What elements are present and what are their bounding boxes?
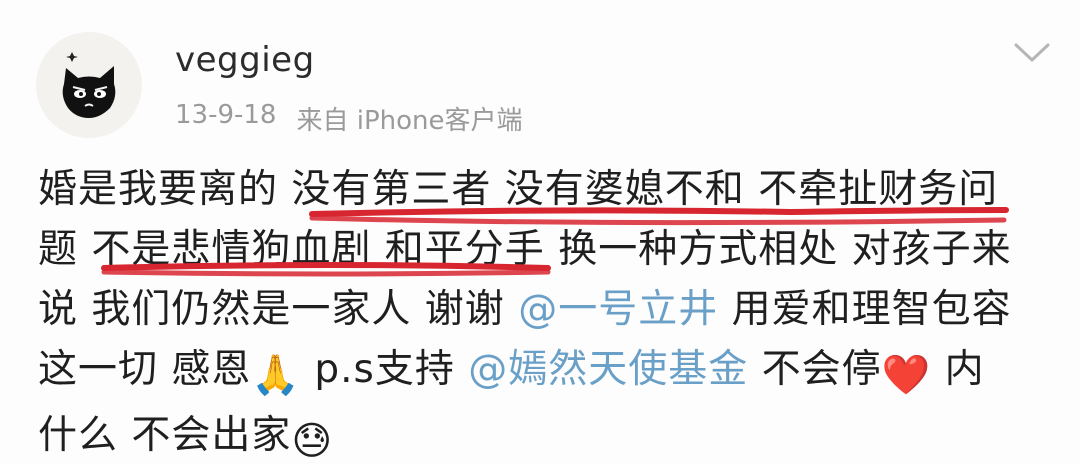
post-text: 内 — [931, 347, 985, 392]
post-date: 13-9-18 — [175, 100, 277, 130]
red-heart-emoji: ❤️ — [881, 353, 932, 398]
post-text: 题 不是悲情狗血剧 和平分手 换一种方式相处 对孩子来 — [38, 227, 1012, 272]
post-text: 这一切 感恩 — [38, 347, 252, 392]
post-body-line: 说 我们仍然是一家人 谢谢 @一号立井 用爱和理智包容 — [38, 280, 1048, 340]
post-body-line: 什么 不会出家😓 — [38, 406, 1048, 472]
post-body-line: 婚是我要离的 没有第三者 没有婆媳不和 不牵扯财务问 — [38, 160, 1048, 220]
downcast-sweat-emoji: 😓 — [291, 419, 334, 464]
chevron-down-icon[interactable] — [1012, 40, 1052, 66]
praying-hands-emoji: 🙏 — [251, 353, 301, 398]
weibo-post: veggieg 13-9-18 来自 iPhone客户端 婚是我要离的 没有第三… — [0, 0, 1080, 464]
post-meta: 13-9-18 来自 iPhone客户端 — [175, 100, 523, 137]
post-text: 用爱和理智包容 — [718, 287, 1012, 332]
post-body-line: 题 不是悲情狗血剧 和平分手 换一种方式相处 对孩子来 — [38, 220, 1048, 280]
post-source: 来自 iPhone客户端 — [296, 106, 523, 136]
post-body-line: 这一切 感恩🙏 p.s支持 @嫣然天使基金 不会停❤️ 内 — [38, 340, 1048, 406]
mention-link[interactable]: @一号立井 — [518, 287, 718, 332]
post-text: 什么 不会出家 — [38, 413, 292, 458]
post-text: 不会停 — [748, 347, 882, 392]
post-text: 婚是我要离的 没有第三者 没有婆媳不和 不牵扯财务问 — [38, 167, 999, 212]
post-body: 婚是我要离的 没有第三者 没有婆媳不和 不牵扯财务问题 不是悲情狗血剧 和平分手… — [38, 160, 1048, 472]
avatar[interactable] — [36, 32, 142, 138]
mention-link[interactable]: @嫣然天使基金 — [468, 347, 748, 392]
black-cat-icon — [36, 32, 142, 138]
username[interactable]: veggieg — [175, 40, 315, 80]
post-text: 说 我们仍然是一家人 谢谢 — [38, 287, 519, 332]
post-text: p.s支持 — [300, 347, 469, 392]
